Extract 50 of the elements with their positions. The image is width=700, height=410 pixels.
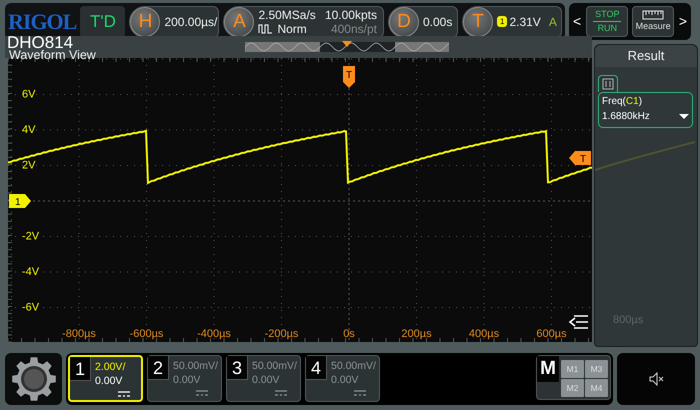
stop-run-button[interactable]: STOP RUN <box>586 6 628 37</box>
trigger-button[interactable]: T 1 2.31V A <box>462 6 562 38</box>
dc-coupling-icon <box>118 391 130 397</box>
voltage-label: -2V <box>22 230 40 242</box>
voltage-label: 2V <box>22 160 36 172</box>
trigger-level-marker: T <box>569 151 591 165</box>
delay-button[interactable]: D 0.00s <box>388 6 458 38</box>
dc-coupling-icon <box>275 390 287 396</box>
time-label: -600µs <box>130 328 164 340</box>
menu-icon <box>568 315 589 329</box>
time-label: 200µs <box>401 328 432 340</box>
measurement-name: Freq(C1) <box>602 95 644 109</box>
voltage-label: -4V <box>22 266 40 278</box>
acquire-mode: Norm <box>277 22 307 36</box>
trigger-sweep: A <box>548 14 557 30</box>
time-label: 400µs <box>468 328 500 340</box>
trigger-status: T'D <box>80 6 126 38</box>
trigger-position-marker: T <box>343 66 355 88</box>
time-label: 600µs <box>536 328 567 340</box>
previous-button[interactable]: < <box>572 11 582 32</box>
brand-logo: RIGOL <box>8 8 76 36</box>
sample-interval: 400ns/pt <box>330 22 377 36</box>
time-label: -200µs <box>264 328 298 340</box>
trigger-source-badge: 1 <box>497 16 508 27</box>
ruler-icon <box>642 10 664 20</box>
time-label: -800µs <box>62 328 96 340</box>
voltage-label: 6V <box>22 88 36 100</box>
model-name: DHO814 <box>6 36 74 49</box>
dc-coupling-icon <box>354 390 366 396</box>
panel-title: Result <box>595 45 697 67</box>
measurement-item[interactable]: Freq(C1) 1.6880kHz <box>598 92 693 128</box>
next-button[interactable]: > <box>678 11 688 32</box>
voltage-label: 4V <box>22 124 36 136</box>
sample-rate: 2.50MSa/s <box>258 8 316 22</box>
dropdown-icon[interactable] <box>679 114 689 119</box>
horizontal-button[interactable]: H 200.00µs/ <box>129 6 220 38</box>
memory-depth: 10.00kpts <box>324 8 377 22</box>
channel-marker: 1 <box>9 194 31 208</box>
time-label: 0s <box>343 328 355 340</box>
acquire-button[interactable]: A 2.50MSa/s Norm 10.00kpts 400ns/pt <box>223 6 384 38</box>
voltage-label: -6V <box>22 302 40 314</box>
view-title: Waveform View <box>9 49 97 62</box>
acquire-mode-icon <box>258 22 274 35</box>
speaker-muted-icon <box>648 372 664 386</box>
math-key[interactable]: M <box>537 356 559 382</box>
measure-button[interactable]: Measure <box>632 6 674 37</box>
time-label: -400µs <box>197 328 231 340</box>
measure-tab-icon[interactable] <box>602 78 614 90</box>
dc-coupling-icon <box>196 390 208 396</box>
measurement-value: 1.6880kHz <box>602 110 650 124</box>
